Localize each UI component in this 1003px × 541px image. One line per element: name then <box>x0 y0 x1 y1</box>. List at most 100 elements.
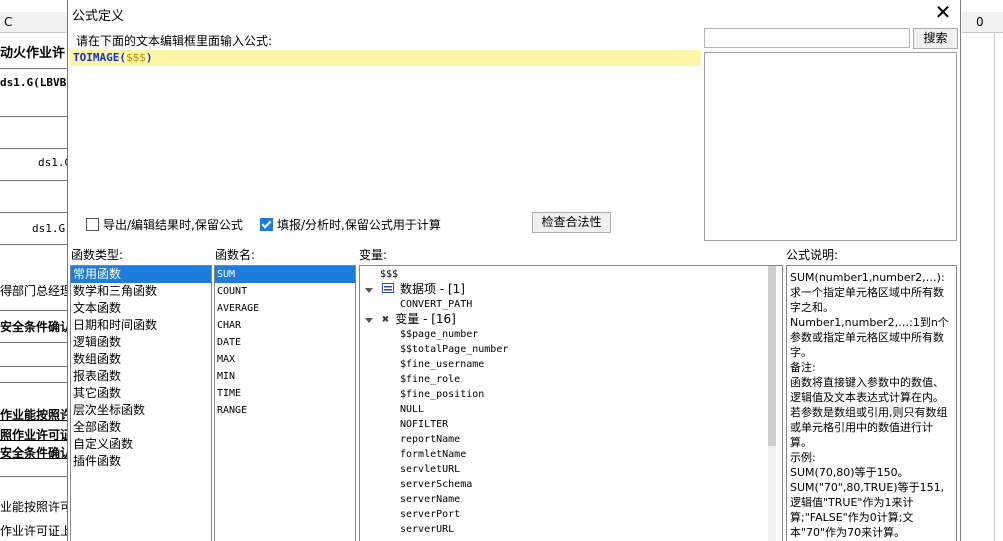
grid-line <box>0 476 68 477</box>
sheet-cell[interactable]: 业能按照许可 <box>0 498 72 515</box>
tree-item[interactable]: NULL <box>400 402 424 417</box>
search-results-box[interactable] <box>704 52 957 241</box>
tree-item[interactable]: $fine_username <box>400 357 484 372</box>
dataset-icon <box>382 283 394 293</box>
export-keep-formula-checkbox[interactable]: 导出/编辑结果时,保留公式 <box>86 216 243 232</box>
collapse-icon[interactable] <box>365 318 373 323</box>
func-type-item[interactable]: 层次坐标函数 <box>71 402 211 419</box>
description-paragraph: 示例: <box>790 451 816 464</box>
func-type-item[interactable]: 常用函数 <box>71 266 211 283</box>
func-name-item[interactable]: SUM <box>215 266 355 283</box>
grid-line <box>0 382 68 383</box>
sheet-cell[interactable]: 作业许可证上 <box>0 522 72 539</box>
column-header-o-label: 0 <box>976 15 984 29</box>
func-name-item[interactable]: RANGE <box>215 402 355 419</box>
description-paragraph: SUM(number1,number2,…):求一个指定单元格区域中所有数字之和… <box>790 271 945 314</box>
fill-keep-formula-label: 填报/分析时,保留公式用于计算 <box>277 217 441 232</box>
grid-line <box>0 212 68 213</box>
sheet-cell[interactable]: ds1.G( <box>32 222 72 235</box>
formula-current-line: TOIMAGE($$$) <box>70 50 701 66</box>
description-paragraph: Number1,number2,…:1到n个参数或指定单元格区域中所有数字。 <box>790 316 949 359</box>
func-type-item[interactable]: 数组函数 <box>71 351 211 368</box>
tree-item[interactable]: CONVERT_PATH <box>400 297 472 312</box>
func-type-item[interactable]: 全部函数 <box>71 419 211 436</box>
func-name-item[interactable]: AVERAGE <box>215 300 355 317</box>
func-name-item[interactable]: CHAR <box>215 317 355 334</box>
scrollbar-thumb[interactable] <box>768 266 776 446</box>
tree-root[interactable]: $$$ <box>380 267 398 282</box>
tree-item[interactable]: NOFILTER <box>400 417 448 432</box>
description-paragraph: 函数将直接键入参数中的数值、逻辑值及文本表达式计算在内。若参数是数组或引用,则只… <box>790 376 948 449</box>
sheet-cell[interactable]: 作业能按照许 <box>0 406 72 423</box>
tree-item[interactable]: formletName <box>400 447 466 462</box>
formula-editor[interactable]: TOIMAGE($$$) <box>70 50 701 212</box>
collapse-icon[interactable] <box>365 288 373 293</box>
search-button[interactable]: 搜索 <box>913 28 958 49</box>
column-header-o[interactable]: 0 <box>962 12 1003 33</box>
grid-line <box>0 116 68 117</box>
grid-line <box>0 180 68 181</box>
func-name-item[interactable]: COUNT <box>215 283 355 300</box>
variable-node-label: 变量 - [16] <box>395 312 456 326</box>
variable-tree[interactable]: $$$ 数据项 - [1] CONVERT_PATH ✖ 变量 - [16] $… <box>359 265 783 541</box>
dataset-node[interactable]: 数据项 - [1] <box>382 282 465 297</box>
func-type-item[interactable]: 其它函数 <box>71 385 211 402</box>
description-label: 公式说明: <box>786 248 839 262</box>
formula-dialog: 公式定义 ✕ 请在下面的文本编辑框里面输入公式: TOIMAGE($$$) 导出… <box>67 0 961 541</box>
fill-keep-formula-checkbox[interactable]: 填报/分析时,保留公式用于计算 <box>260 216 441 232</box>
dialog-titlebar[interactable]: 公式定义 ✕ <box>68 0 960 26</box>
sheet-cell[interactable]: 得部门总经理 <box>0 282 72 299</box>
search-input[interactable] <box>704 28 910 48</box>
scrollbar[interactable] <box>768 266 776 541</box>
formula-prompt: 请在下面的文本编辑框里面输入公式: <box>76 34 273 48</box>
tree-item[interactable]: serverPort <box>400 507 460 522</box>
tree-item[interactable]: $$totalPage_number <box>400 342 508 357</box>
grid-line <box>0 342 68 343</box>
func-name-item[interactable]: DATE <box>215 334 355 351</box>
checkbox-checked[interactable] <box>260 217 273 231</box>
func-type-item[interactable]: 文本函数 <box>71 300 211 317</box>
func-name-item[interactable]: MIN <box>215 368 355 385</box>
tree-item[interactable]: reportName <box>400 432 460 447</box>
func-type-list[interactable]: 常用函数 数学和三角函数 文本函数 日期和时间函数 逻辑函数 数组函数 报表函数 其它函数 层次… <box>70 265 212 541</box>
validate-button[interactable]: 检查合法性 <box>532 212 611 233</box>
variable-node[interactable]: ✖ 变量 - [16] <box>382 312 456 327</box>
grid-line <box>994 32 995 541</box>
column-header-c-label: C <box>4 15 13 29</box>
func-type-item[interactable]: 日期和时间函数 <box>71 317 211 334</box>
formula-description: SUM(number1,number2,…):求一个指定单元格区域中所有数字之和… <box>786 265 957 541</box>
tree-item[interactable]: $$page_number <box>400 327 478 342</box>
close-icon[interactable]: ✕ <box>932 2 954 24</box>
variable-label: 变量: <box>359 248 388 262</box>
description-paragraph: SUM("70",80,TRUE)等于151,逻辑值"TRUE"作为1来计算;"… <box>790 481 945 539</box>
sheet-cell[interactable]: 安全条件确认 <box>0 318 72 335</box>
sheet-cell[interactable]: 动火作业许 <box>0 42 65 61</box>
func-type-item[interactable]: 逻辑函数 <box>71 334 211 351</box>
tree-item[interactable]: $fine_position <box>400 387 484 402</box>
sheet-cell[interactable]: ds1.G(LBVB1 <box>0 76 73 89</box>
column-header-c[interactable]: C <box>0 12 68 33</box>
sheet-cell[interactable]: 照作业许可证 <box>0 426 72 443</box>
tree-item[interactable]: serverSchema <box>400 477 472 492</box>
func-name-list[interactable]: SUM COUNT AVERAGE CHAR DATE MAX MIN TIME RANGE <box>214 265 356 541</box>
func-type-item[interactable]: 数学和三角函数 <box>71 283 211 300</box>
formula-text: TOIMAGE($$$) <box>73 51 152 64</box>
tree-item[interactable]: serverURL <box>400 522 454 537</box>
func-type-item[interactable]: 插件函数 <box>71 453 211 470</box>
func-type-item[interactable]: 报表函数 <box>71 368 211 385</box>
grid-line <box>0 366 68 367</box>
func-name-item[interactable]: MAX <box>215 351 355 368</box>
variable-icon: ✖ <box>382 312 390 326</box>
func-type-item[interactable]: 自定义函数 <box>71 436 211 453</box>
sheet-cell[interactable]: 安全条件确认 <box>0 444 72 461</box>
description-paragraph: 备注: <box>790 361 816 374</box>
tree-item[interactable]: $fine_role <box>400 372 460 387</box>
formula-close-paren: ) <box>145 51 153 64</box>
tree-item[interactable]: servletURL <box>400 462 460 477</box>
formula-open-paren: ( <box>119 51 126 64</box>
formula-function-name: TOIMAGE <box>73 51 120 64</box>
export-keep-formula-label: 导出/编辑结果时,保留公式 <box>103 217 243 232</box>
func-name-item[interactable]: TIME <box>215 385 355 402</box>
checkbox-box[interactable] <box>86 217 99 231</box>
tree-item[interactable]: serverName <box>400 492 460 507</box>
